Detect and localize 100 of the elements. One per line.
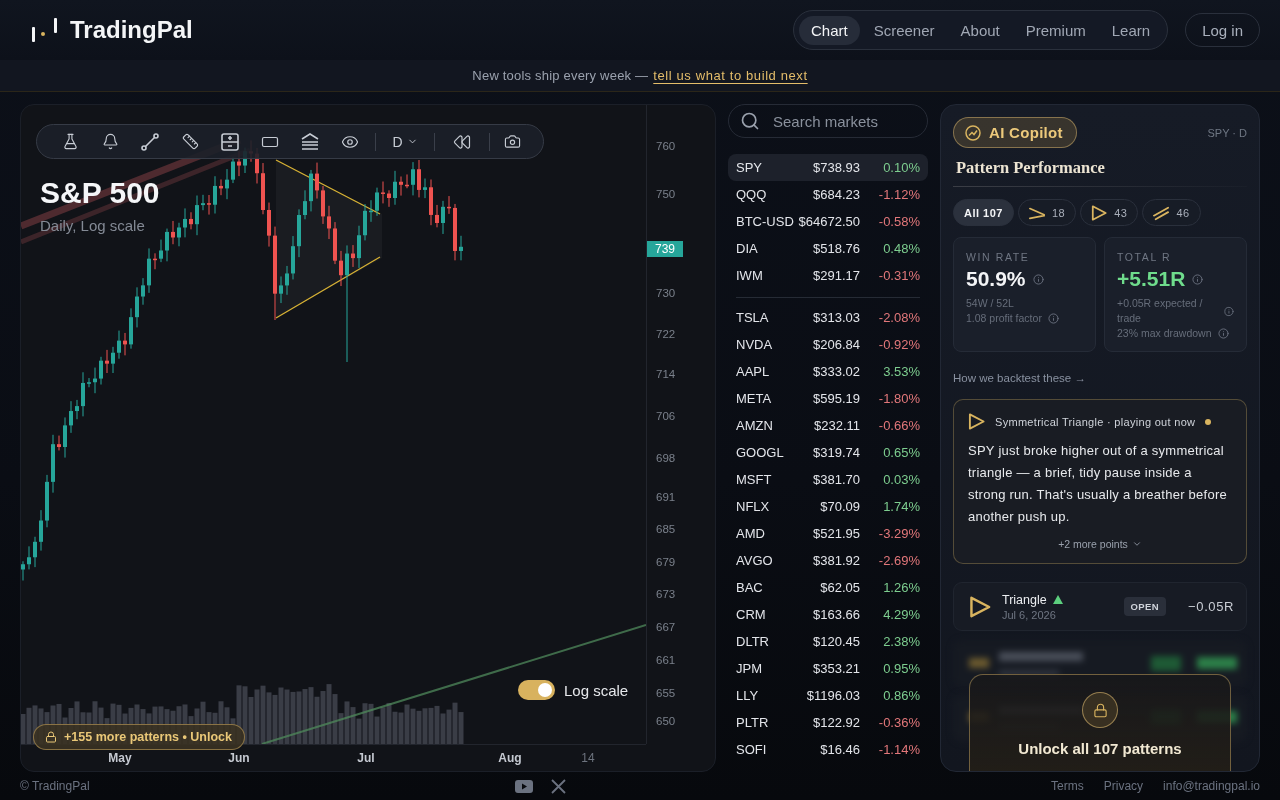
stat-value: 50.9% [966, 266, 1026, 292]
quote-price: $120.45 [812, 634, 860, 649]
quote-row[interactable]: AAPL $333.02 3.53% [728, 358, 928, 385]
quote-change: 3.53% [882, 364, 920, 379]
quote-row[interactable]: TSLA $313.03 -2.08% [728, 304, 928, 331]
quote-change: 4.29% [882, 607, 920, 622]
time-axis-label: Jul [357, 751, 375, 765]
price-axis-label: 673 [656, 587, 676, 601]
search-field[interactable]: Search markets [728, 104, 928, 138]
quote-row[interactable]: BTC-USD $64672.50 -0.58% [728, 208, 928, 235]
pattern-trade-row[interactable]: Triangle Jul 6, 2026 OPEN −0.05R [953, 582, 1247, 631]
youtube-icon[interactable] [514, 779, 533, 793]
price-axis-label: 650 [656, 714, 676, 728]
quote-price: $163.66 [812, 607, 860, 622]
quote-price: $122.92 [812, 715, 860, 730]
stat-value: +5.51R [1117, 266, 1186, 292]
quote-change: -1.14% [877, 742, 920, 757]
quote-row[interactable]: QQQ $684.23 -1.12% [728, 181, 928, 208]
quote-change: 2.38% [882, 634, 920, 649]
quote-row[interactable]: SPY $738.93 0.10% [728, 154, 928, 181]
nav-tab[interactable]: Chart [798, 15, 860, 45]
quote-row[interactable]: GOOGL $319.74 0.65% [728, 439, 928, 466]
quote-row[interactable]: NFLX $70.09 1.74% [728, 493, 928, 520]
quote-row[interactable]: DIA $518.76 0.48% [728, 235, 928, 262]
quote-change: -0.31% [877, 268, 920, 283]
quote-price: $62.05 [819, 580, 860, 595]
ticker-symbol: MSFT [736, 472, 772, 487]
pattern-filter-chip[interactable]: 18 [1017, 199, 1077, 226]
quote-row[interactable]: AVGO $381.92 -2.69% [728, 547, 928, 574]
quote-price: $595.19 [812, 391, 860, 406]
quote-row[interactable]: CRM $163.66 4.29% [728, 601, 928, 628]
price-axis-label: 667 [656, 620, 676, 634]
feedback-link[interactable]: tell us what to build next [653, 68, 808, 83]
ticker-symbol: SOFI [736, 742, 767, 757]
insight-title: Symmetrical Triangle · playing out now [995, 415, 1196, 428]
more-points-button[interactable]: +2 more points [1054, 536, 1146, 552]
quote-row[interactable]: META $595.19 -1.80% [728, 385, 928, 412]
pattern-filter-chip[interactable]: 43 [1080, 199, 1139, 226]
pattern-name: Triangle [1002, 592, 1047, 607]
info-icon[interactable] [1192, 273, 1204, 285]
unlock-title: Unlock all 107 patterns [1018, 740, 1182, 758]
ticker-symbol: AAPL [736, 364, 770, 379]
quote-change: 1.26% [882, 580, 920, 595]
quote-row[interactable]: AMD $521.95 -3.29% [728, 520, 928, 547]
quote-row[interactable]: IWM $291.17 -0.31% [728, 262, 928, 289]
price-axis-label: 698 [656, 451, 676, 465]
quote-price: $1196.03 [805, 688, 860, 703]
nav-tab[interactable]: Screener [861, 15, 947, 45]
stat-detail: 1.08 profit factor [966, 311, 1042, 326]
quote-change: -1.80% [877, 391, 920, 406]
announcement-text: New tools ship every week — tell us what to build next [472, 68, 808, 83]
nav-tab[interactable]: Learn [1099, 15, 1163, 45]
quote-price: $333.02 [812, 364, 860, 379]
pattern-filter-chip[interactable]: All 107 [953, 199, 1014, 226]
ticker-symbol: BAC [736, 580, 763, 595]
price-axis-label: 730 [656, 286, 676, 300]
quote-row[interactable]: BAC $62.05 1.26% [728, 574, 928, 601]
quote-row[interactable]: JPM $353.21 0.95% [728, 655, 928, 682]
quote-price: $232.11 [812, 418, 860, 433]
ticker-symbol: AMZN [736, 418, 773, 433]
rising-lines-icon [1153, 204, 1170, 221]
nav-tab[interactable]: About [948, 15, 1012, 45]
ticker-symbol: IWM [736, 268, 763, 283]
price-axis-label: 706 [656, 409, 676, 423]
info-icon[interactable] [1224, 305, 1234, 317]
ticker-symbol: AVGO [736, 553, 773, 568]
nav-tab[interactable]: Premium [1013, 15, 1098, 45]
quote-row[interactable]: AMZN $232.11 -0.66% [728, 412, 928, 439]
footer-link[interactable]: Terms [1051, 779, 1084, 793]
stat-detail: 23% max drawdown [1117, 326, 1212, 341]
ticker-symbol: JPM [736, 661, 762, 676]
pattern-filter-chip[interactable]: 46 [1142, 199, 1201, 226]
footer-link[interactable]: info@tradingpal.io [1163, 779, 1260, 793]
price-axis-label: 661 [656, 653, 676, 667]
quote-change: 0.10% [882, 160, 920, 175]
quote-row[interactable]: SOFI $16.46 -1.14% [728, 736, 928, 763]
quote-change: -2.08% [877, 310, 920, 325]
backtest-method-link[interactable]: How we backtest these → [953, 372, 1086, 384]
quote-row[interactable]: PLTR $122.92 -0.36% [728, 709, 928, 736]
triangle-icon [1091, 204, 1108, 221]
quote-row[interactable]: NVDA $206.84 -0.92% [728, 331, 928, 358]
info-icon[interactable] [1032, 273, 1044, 285]
x-logo-icon[interactable] [550, 778, 566, 794]
brand-name: TradingPal [70, 16, 193, 44]
caret-icon [1131, 539, 1142, 549]
ticker-symbol: PLTR [736, 715, 769, 730]
info-icon[interactable] [1047, 313, 1059, 324]
quote-price: $738.93 [812, 160, 860, 175]
search-icon [740, 111, 760, 131]
unlock-card[interactable]: Unlock all 107 patterns [969, 674, 1231, 771]
quote-row[interactable]: LLY $1196.03 0.86% [728, 682, 928, 709]
quote-row[interactable]: MSFT $381.70 0.03% [728, 466, 928, 493]
quote-row[interactable]: DLTR $120.45 2.38% [728, 628, 928, 655]
triangle-icon [968, 413, 985, 430]
ai-copilot-button[interactable]: AI Copilot [953, 117, 1077, 148]
quote-change: 0.65% [882, 445, 920, 460]
stat-label: TOTAL R [1117, 251, 1173, 263]
quote-price: $64672.50 [797, 214, 860, 229]
footer-link[interactable]: Privacy [1103, 779, 1144, 793]
info-icon[interactable] [1217, 328, 1229, 339]
